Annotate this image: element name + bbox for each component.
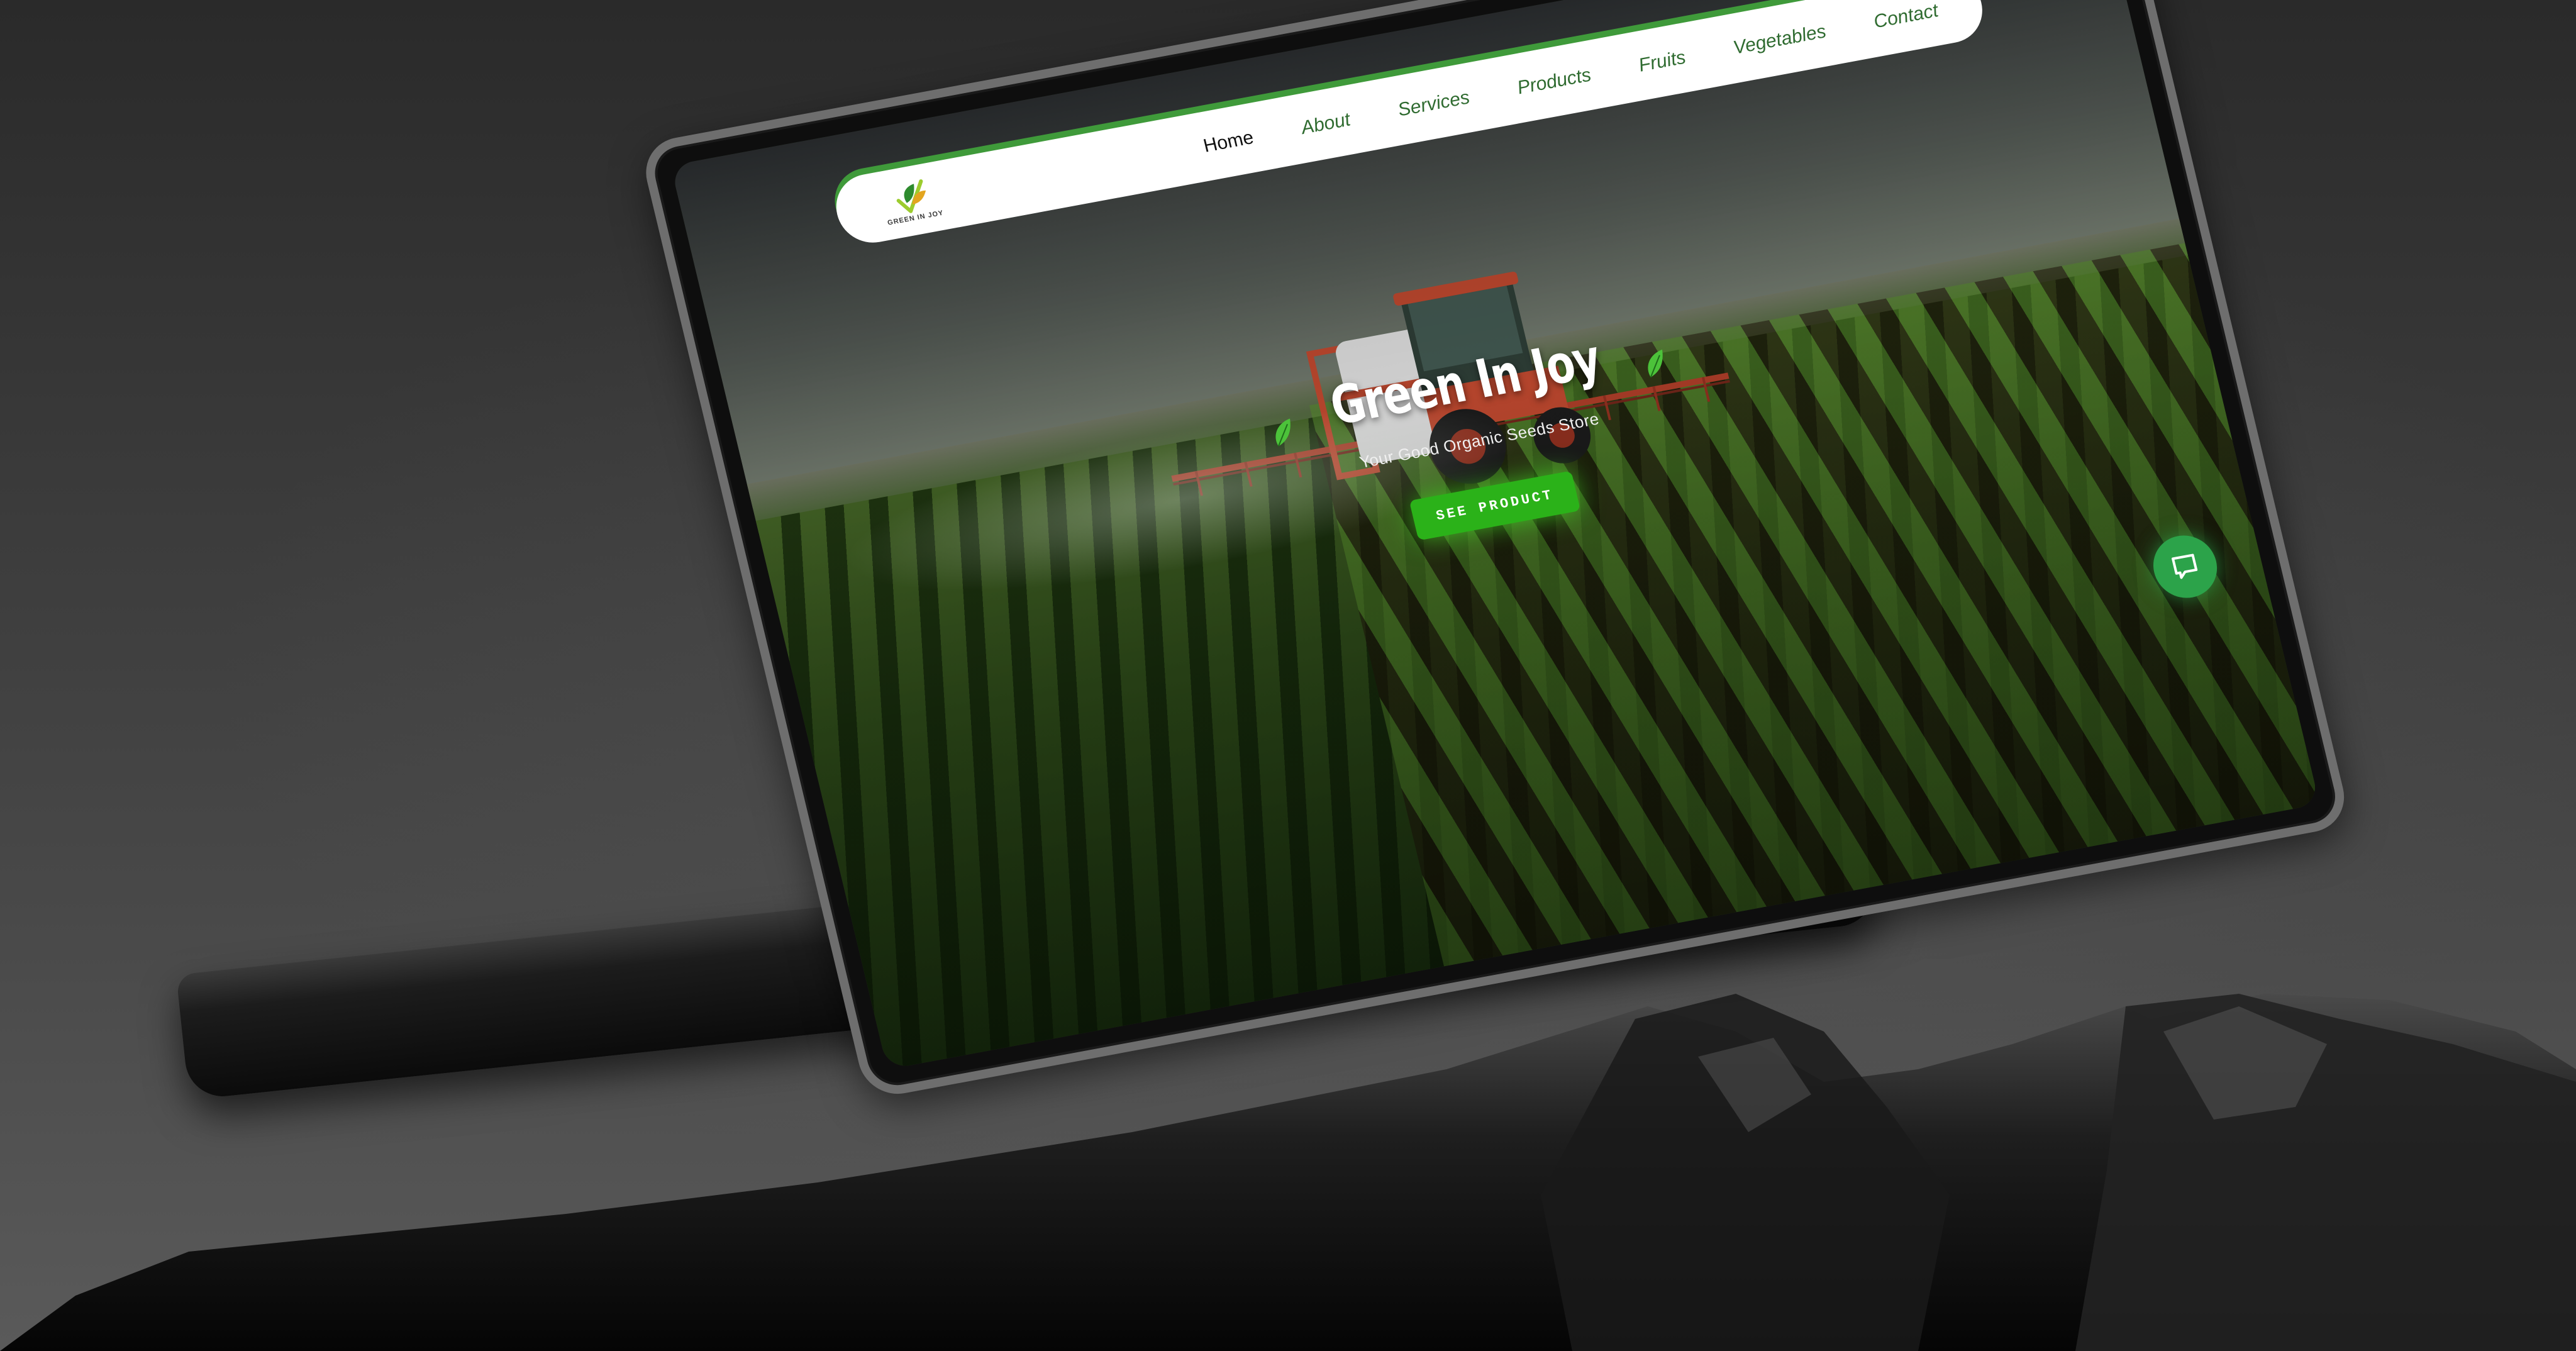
foreground-rocks <box>0 994 2576 1351</box>
mockup-scene: GREEN IN JOY Home About Services Product… <box>0 0 2576 1351</box>
